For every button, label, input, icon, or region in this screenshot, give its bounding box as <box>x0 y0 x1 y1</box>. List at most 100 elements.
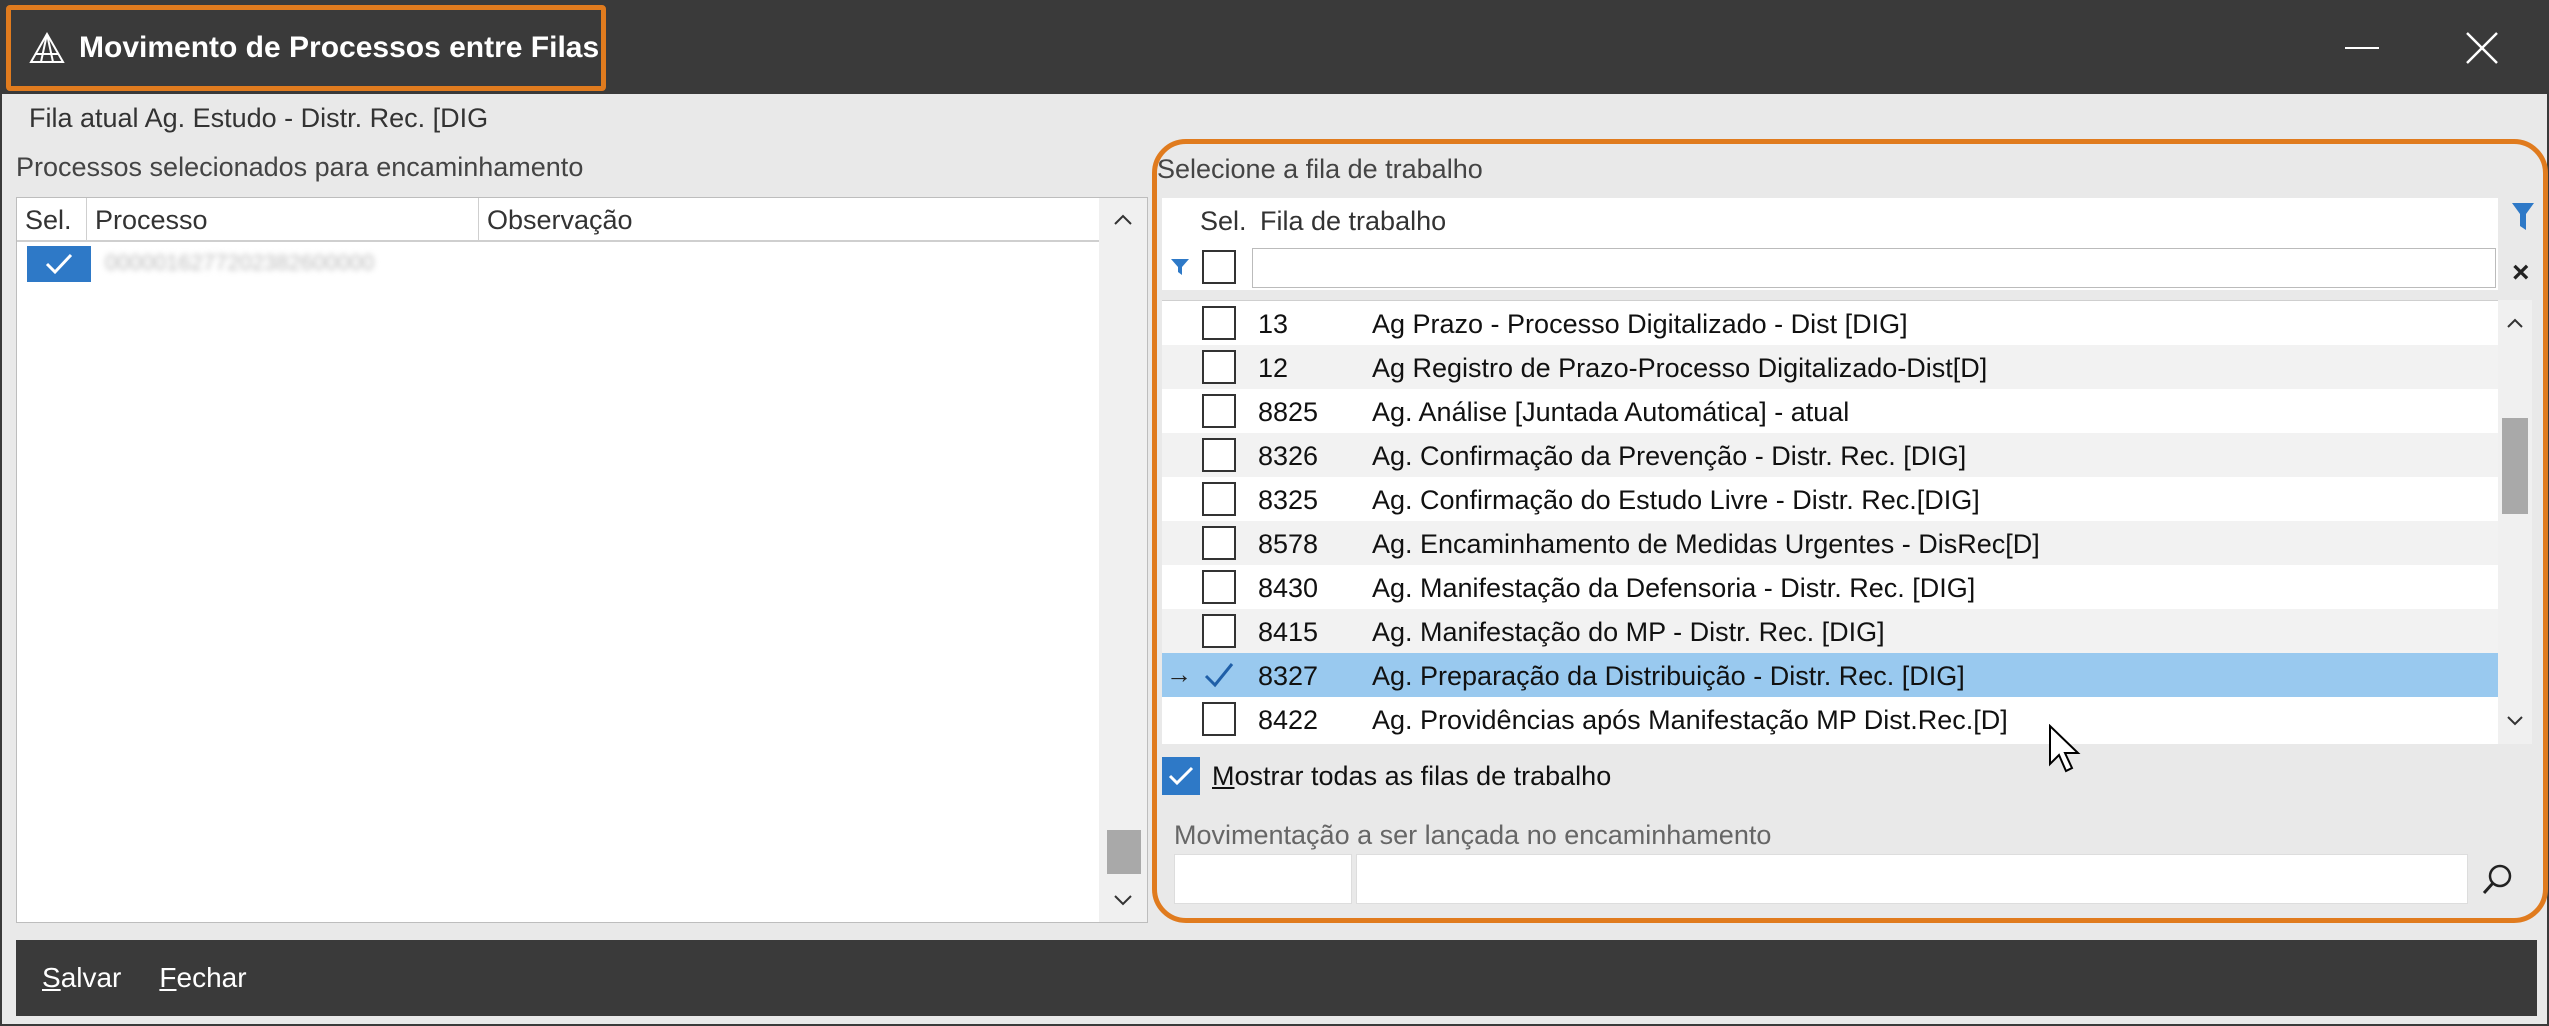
queue-name: Ag. Providências após Manifestação MP Di… <box>1372 705 2008 735</box>
queue-id: 8578 <box>1258 529 1319 559</box>
selected-processes-grid: Sel. Processo Observação 000001627720238… <box>16 197 1148 923</box>
search-icon[interactable] <box>2480 862 2516 898</box>
list-item[interactable]: 13 Ag Prazo - Processo Digitalizado - Di… <box>1162 301 2498 345</box>
row-checkbox[interactable] <box>27 246 91 282</box>
chevron-up-icon <box>2507 318 2523 328</box>
queue-id: 8325 <box>1258 485 1319 515</box>
queue-id: 12 <box>1258 353 1289 383</box>
filter-icon <box>1171 259 1189 275</box>
save-mnemonic: S <box>42 962 61 993</box>
scroll-down-button[interactable] <box>2498 706 2532 736</box>
scroll-up-button[interactable] <box>2498 308 2532 338</box>
current-queue-value: Ag. Estudo - Distr. Rec. [DIG <box>144 103 489 133</box>
queue-scrollbar[interactable] <box>2498 300 2532 744</box>
queue-checkbox[interactable] <box>1202 702 1236 736</box>
queue-name: Ag. Análise [Juntada Automática] - atual <box>1372 397 1850 427</box>
queue-grid-header: Sel. Fila de trabalho <box>1162 198 2498 246</box>
queue-id: 8430 <box>1258 573 1319 603</box>
save-label-rest: alvar <box>60 962 122 993</box>
queue-id: 8415 <box>1258 617 1319 647</box>
queue-list: 13 Ag Prazo - Processo Digitalizado - Di… <box>1162 300 2498 744</box>
list-item[interactable]: 8415 Ag. Manifestação do MP - Distr. Rec… <box>1162 609 2498 653</box>
list-item[interactable]: 8578 Ag. Encaminhamento de Medidas Urgen… <box>1162 521 2498 565</box>
column-header-sel[interactable]: Sel. <box>17 198 87 242</box>
close-icon <box>2466 32 2498 64</box>
dialog-window: Movimento de Processos entre Filas Fila … <box>0 0 2549 1026</box>
close-dialog-button[interactable]: Fechar <box>159 962 246 994</box>
current-row-arrow-icon: → <box>1166 659 1192 689</box>
movement-description-input[interactable] <box>1356 854 2468 904</box>
title-highlight: Movimento de Processos entre Filas <box>6 5 606 91</box>
show-all-queues-toggle[interactable]: Mostrar todas as filas de trabalho <box>1162 754 1611 798</box>
check-icon <box>45 253 73 275</box>
queue-id: 13 <box>1258 309 1289 339</box>
queue-checkbox[interactable] <box>1202 614 1236 648</box>
queue-checkbox[interactable] <box>1202 570 1236 604</box>
check-icon <box>1168 766 1194 786</box>
left-scrollbar[interactable] <box>1099 198 1147 922</box>
queue-id: 8326 <box>1258 441 1319 471</box>
footer-toolbar: Salvar Fechar <box>16 940 2537 1016</box>
column-header-fila[interactable]: Fila de trabalho <box>1260 206 1446 237</box>
column-header-observacao[interactable]: Observação <box>479 198 1099 242</box>
clear-filter-icon[interactable]: × <box>2512 256 2530 290</box>
table-row[interactable]: 0000016277202382600000 <box>17 244 1099 284</box>
scroll-thumb[interactable] <box>2502 418 2528 514</box>
queue-checkbox[interactable] <box>1202 482 1236 516</box>
list-item[interactable]: 8422 Ag. Providências após Manifestação … <box>1162 697 2498 741</box>
queue-filter-input[interactable] <box>1252 248 2496 288</box>
select-all-checkbox[interactable] <box>1202 250 1236 284</box>
queue-name: Ag. Manifestação do MP - Distr. Rec. [DI… <box>1372 617 1885 647</box>
queue-checkbox[interactable] <box>1202 306 1236 340</box>
show-all-mnemonic: M <box>1212 760 1235 791</box>
close-mnemonic: F <box>159 962 177 993</box>
right-panel-caption: Selecione a fila de trabalho <box>1157 154 1483 184</box>
filter-row <box>1162 246 2498 290</box>
title-bar: Movimento de Processos entre Filas <box>2 2 2547 94</box>
mouse-pointer-icon <box>2049 724 2081 773</box>
queue-checkbox[interactable] <box>1202 350 1236 384</box>
movement-caption: Movimentação a ser lançada no encaminham… <box>1174 820 1772 850</box>
queue-name: Ag Registro de Prazo-Processo Digitaliza… <box>1372 353 1988 383</box>
queue-checkbox[interactable] <box>1202 438 1236 472</box>
check-icon <box>1204 663 1234 688</box>
scroll-down-button[interactable] <box>1099 878 1147 922</box>
list-item[interactable]: 8825 Ag. Análise [Juntada Automática] - … <box>1162 389 2498 433</box>
grid-header: Sel. Processo Observação <box>17 198 1099 242</box>
close-label-rest: echar <box>176 962 247 993</box>
queue-name: Ag. Preparação da Distribuição - Distr. … <box>1372 661 1965 691</box>
column-header-processo[interactable]: Processo <box>87 198 479 242</box>
scroll-thumb[interactable] <box>1107 830 1141 874</box>
process-number: 0000016277202382600000 <box>105 250 375 275</box>
window-title: Movimento de Processos entre Filas <box>79 31 600 64</box>
queue-id: 8422 <box>1258 705 1319 735</box>
queue-checkbox[interactable] <box>1202 526 1236 560</box>
movement-code-input[interactable] <box>1174 854 1352 904</box>
list-item-selected[interactable]: → 8327 Ag. Preparação da Distribuição - … <box>1162 653 2498 697</box>
chevron-up-icon <box>1114 214 1132 225</box>
queue-id: 8825 <box>1258 397 1319 427</box>
queue-name: Ag. Confirmação da Prevenção - Distr. Re… <box>1372 441 1967 471</box>
queue-name: Ag. Manifestação da Defensoria - Distr. … <box>1372 573 1976 603</box>
queue-id: 8327 <box>1258 661 1319 691</box>
show-all-checkbox[interactable] <box>1162 757 1200 795</box>
filter-toggle-icon[interactable] <box>2511 202 2535 232</box>
list-item[interactable]: 8326 Ag. Confirmação da Prevenção - Dist… <box>1162 433 2498 477</box>
minimize-icon <box>2345 47 2379 49</box>
left-panel-caption: Processos selecionados para encaminhamen… <box>16 152 584 182</box>
show-all-label-rest: ostrar todas as filas de trabalho <box>1234 760 1612 791</box>
queue-checkbox[interactable] <box>1202 658 1236 692</box>
list-item[interactable]: 12 Ag Registro de Prazo-Processo Digital… <box>1162 345 2498 389</box>
list-item[interactable]: 8430 Ag. Manifestação da Defensoria - Di… <box>1162 565 2498 609</box>
save-button[interactable]: Salvar <box>42 962 121 994</box>
scroll-up-button[interactable] <box>1099 198 1147 242</box>
column-header-sel[interactable]: Sel. <box>1200 206 1247 237</box>
queue-checkbox[interactable] <box>1202 394 1236 428</box>
minimize-button[interactable] <box>2332 20 2392 76</box>
close-button[interactable] <box>2452 20 2512 76</box>
list-item[interactable]: 8325 Ag. Confirmação do Estudo Livre - D… <box>1162 477 2498 521</box>
show-all-label: Mostrar todas as filas de trabalho <box>1212 761 1611 792</box>
current-queue-label: Fila atual <box>29 103 139 133</box>
queue-name: Ag. Confirmação do Estudo Livre - Distr.… <box>1372 485 1980 515</box>
chevron-down-icon <box>1114 895 1132 906</box>
